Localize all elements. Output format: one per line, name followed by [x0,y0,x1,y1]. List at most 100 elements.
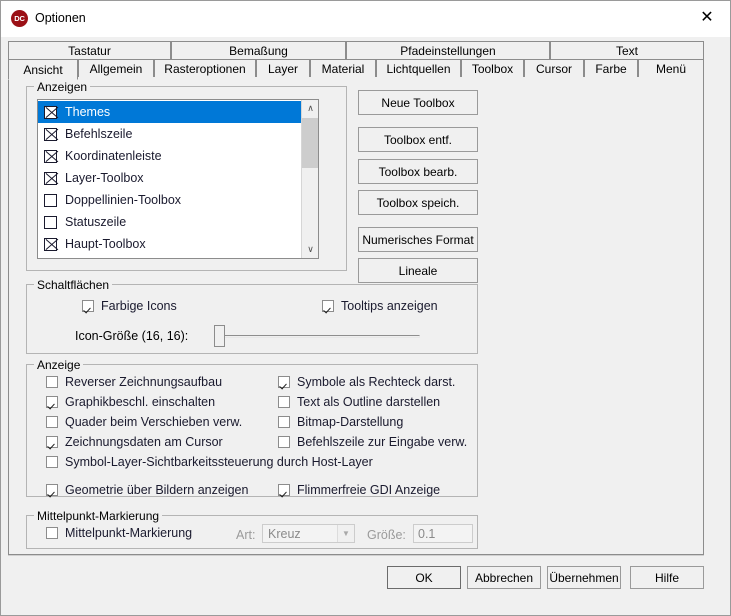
ok-button[interactable]: OK [387,566,461,589]
checkbox-zeichnungsdaten-am-cursor[interactable]: Zeichnungsdaten am Cursor [46,435,223,449]
remove-toolbox-button[interactable]: Toolbox entf. [358,127,478,152]
checkbox-graphikbeschl-einschalten[interactable]: Graphikbeschl. einschalten [46,395,215,409]
list-item[interactable]: Befehlszeile [38,123,302,145]
checkmark-icon [46,484,58,496]
app-icon-text: DC [14,14,24,23]
tab-layer[interactable]: Layer [256,59,310,78]
group-anzeige-title: Anzeige [34,358,83,372]
icon-size-slider-thumb[interactable] [214,325,225,347]
list-item[interactable]: Haupt-Toolbox [38,233,302,255]
checkbox-x-icon[interactable] [44,172,57,185]
tab-text[interactable]: Text [550,41,704,60]
list-item[interactable]: Statuszeile [38,211,302,233]
options-dialog: DC Optionen ✕ Tastatur Bemaßung Pfadeins… [0,0,731,616]
checkbox-symbol-layer-sichtbarkeitssteuerung[interactable]: Symbol-Layer-Sichtbarkeitssteuerung durc… [46,455,373,469]
checkbox-label: Geometrie über Bildern anzeigen [65,483,248,497]
checkbox-empty-icon [46,527,58,539]
checkbox-text-als-outline[interactable]: Text als Outline darstellen [278,395,440,409]
checkbox-mittelpunkt-markierung[interactable]: Mittelpunkt-Markierung [46,526,192,540]
checkbox-label: Tooltips anzeigen [341,299,438,313]
checkbox-label: Farbige Icons [101,299,177,313]
checkbox-label: Befehlszeile zur Eingabe verw. [297,435,467,449]
checkbox-tooltips-anzeigen[interactable]: Tooltips anzeigen [322,299,438,313]
checkbox-empty-icon [278,396,290,408]
checkmark-icon [278,484,290,496]
checkbox-label: Text als Outline darstellen [297,395,440,409]
checkbox-quader-beim-verschieben[interactable]: Quader beim Verschieben verw. [46,415,242,429]
save-toolbox-button[interactable]: Toolbox speich. [358,190,478,215]
apply-button[interactable]: Übernehmen [547,566,621,589]
checkbox-empty-icon [278,436,290,448]
checkbox-symbole-als-rechteck[interactable]: Symbole als Rechteck darst. [278,375,455,389]
tab-ansicht[interactable]: Ansicht [8,59,78,80]
chevron-down-icon[interactable]: ▼ [337,525,354,542]
checkbox-label: Reverser Zeichnungsaufbau [65,375,222,389]
checkbox-label: Flimmerfreie GDI Anzeige [297,483,440,497]
new-toolbox-button[interactable]: Neue Toolbox [358,90,478,115]
tab-allgemein[interactable]: Allgemein [78,59,154,78]
tab-panel-ansicht: Anzeigen Themes Befehlszeile Koordinaten… [8,77,704,555]
checkbox-x-icon[interactable] [44,150,57,163]
groesse-label: Größe: [367,528,406,542]
art-label: Art: [236,528,255,542]
tab-cursor[interactable]: Cursor [524,59,584,78]
listbox-scrollbar[interactable]: ∧ ∨ [301,100,318,258]
checkbox-label: Zeichnungsdaten am Cursor [65,435,223,449]
checkbox-label: Symbole als Rechteck darst. [297,375,455,389]
checkbox-label: Quader beim Verschieben verw. [65,415,242,429]
art-dropdown[interactable]: Kreuz ▼ [262,524,355,543]
tab-tastatur[interactable]: Tastatur [8,41,171,60]
checkmark-icon [46,396,58,408]
icon-size-slider-track[interactable] [220,335,420,338]
list-item[interactable]: Themes [38,101,302,123]
help-button[interactable]: Hilfe [630,566,704,589]
checkbox-bitmap-darstellung[interactable]: Bitmap-Darstellung [278,415,403,429]
checkbox-x-icon[interactable] [44,128,57,141]
close-icon[interactable]: ✕ [684,1,730,32]
checkbox-label: Mittelpunkt-Markierung [65,526,192,540]
checkbox-empty-icon [46,456,58,468]
edit-toolbox-button[interactable]: Toolbox bearb. [358,159,478,184]
tab-bemassung[interactable]: Bemaßung [171,41,346,60]
list-item-label: Koordinatenleiste [65,149,162,163]
list-item[interactable] [38,255,302,259]
tab-farbe[interactable]: Farbe [584,59,638,78]
chevron-down-icon[interactable]: ∨ [302,241,319,258]
list-item[interactable]: Doppellinien-Toolbox [38,189,302,211]
checkbox-geometrie-ueber-bildern[interactable]: Geometrie über Bildern anzeigen [46,483,248,497]
tab-pfadeinstellungen[interactable]: Pfadeinstellungen [346,41,550,60]
rulers-button[interactable]: Lineale [358,258,478,283]
icon-size-label: Icon-Größe (16, 16): [75,329,188,343]
list-item-label: Layer-Toolbox [65,171,144,185]
tab-material[interactable]: Material [310,59,376,78]
dialog-footer: OK Abbrechen Übernehmen Hilfe [1,555,730,615]
titlebar: DC Optionen ✕ [1,1,730,37]
cancel-button[interactable]: Abbrechen [467,566,541,589]
checkbox-befehlszeile-zur-eingabe[interactable]: Befehlszeile zur Eingabe verw. [278,435,467,449]
checkbox-x-icon[interactable] [44,106,57,119]
checkbox-empty-icon[interactable] [44,194,57,207]
list-item-label: Haupt-Toolbox [65,237,146,251]
anzeigen-listbox[interactable]: Themes Befehlszeile Koordinatenleiste La… [37,99,319,259]
numeric-format-button[interactable]: Numerisches Format [358,227,478,252]
list-item[interactable]: Koordinatenleiste [38,145,302,167]
list-item[interactable]: Layer-Toolbox [38,167,302,189]
tab-rasteroptionen[interactable]: Rasteroptionen [154,59,256,78]
chevron-up-icon[interactable]: ∧ [302,100,319,117]
checkbox-x-icon[interactable] [44,238,57,251]
checkbox-label: Graphikbeschl. einschalten [65,395,215,409]
checkbox-label: Symbol-Layer-Sichtbarkeitssteuerung durc… [65,455,373,469]
tab-toolbox[interactable]: Toolbox [461,59,524,78]
checkbox-empty-icon[interactable] [44,216,57,229]
checkbox-reverser-zeichnungsaufbau[interactable]: Reverser Zeichnungsaufbau [46,375,222,389]
checkmark-icon [322,300,334,312]
checkbox-farbige-icons[interactable]: Farbige Icons [82,299,177,313]
tab-menue[interactable]: Menü [638,59,704,78]
groesse-input[interactable]: 0.1 [413,524,473,543]
group-anzeige: Anzeige Reverser Zeichnungsaufbau Graphi… [26,364,478,497]
group-anzeigen: Anzeigen Themes Befehlszeile Koordinaten… [26,86,347,271]
tab-lichtquellen[interactable]: Lichtquellen [376,59,461,78]
checkbox-flimmerfreie-gdi-anzeige[interactable]: Flimmerfreie GDI Anzeige [278,483,440,497]
group-schaltflaechen: Schaltflächen Farbige Icons Tooltips anz… [26,284,478,354]
scrollbar-thumb[interactable] [302,118,319,168]
